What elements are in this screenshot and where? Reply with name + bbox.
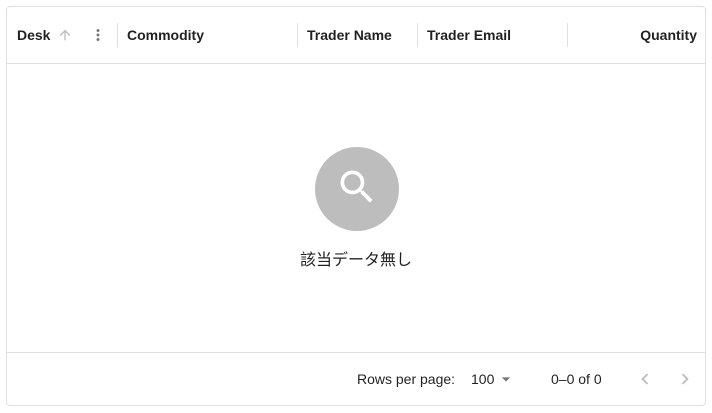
previous-page-button[interactable] [633,367,657,391]
column-separator[interactable] [567,23,568,47]
dropdown-arrow-icon [496,369,516,389]
sort-ascending-icon[interactable] [55,25,75,45]
column-title-quantity: Quantity [640,27,697,43]
column-header-quantity[interactable]: Quantity [577,7,697,63]
column-separator[interactable] [117,23,118,47]
rows-per-page-value: 100 [471,371,495,387]
column-headers: Desk Commodity Trader Name Trader Email … [7,7,705,64]
data-grid: Desk Commodity Trader Name Trader Email … [6,6,706,406]
column-separator[interactable] [297,23,298,47]
column-header-commodity[interactable]: Commodity [127,7,297,63]
search-icon [335,165,379,214]
chevron-left-icon [634,368,656,390]
grid-footer: Rows per page: 100 0–0 of 0 [7,352,705,406]
no-rows-message: 該当データ無し [299,250,412,269]
column-title-commodity: Commodity [127,27,204,43]
rows-per-page-select[interactable]: 100 [465,365,516,393]
column-header-trader-email[interactable]: Trader Email [427,7,567,63]
column-menu-icon[interactable] [88,25,108,45]
column-title-trader-email: Trader Email [427,27,512,43]
column-separator[interactable] [417,23,418,47]
displayed-rows: 0–0 of 0 [551,371,602,387]
column-title-desk: Desk [17,27,51,43]
chevron-right-icon [674,368,696,390]
no-rows-overlay: 該当データ無し [7,64,705,352]
rows-per-page-label: Rows per page: [357,371,456,387]
column-title-trader-name: Trader Name [307,27,392,43]
no-rows-icon-circle [315,147,399,231]
next-page-button[interactable] [673,367,697,391]
column-header-trader-name[interactable]: Trader Name [307,7,417,63]
